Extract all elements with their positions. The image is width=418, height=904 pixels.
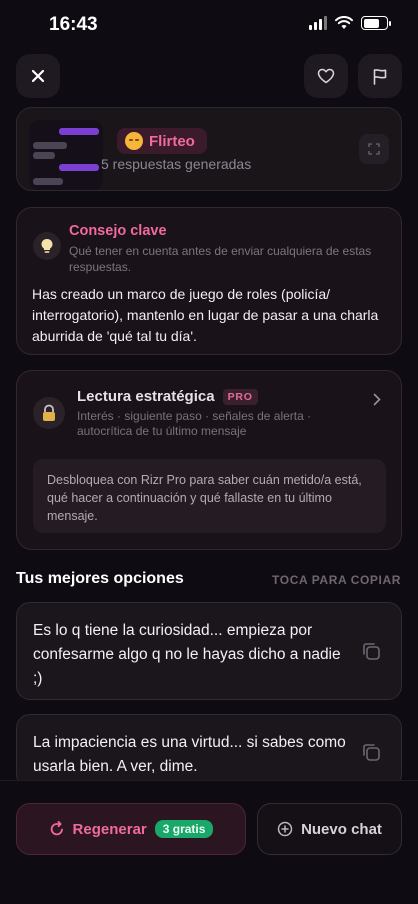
options-title: Tus mejores opciones xyxy=(16,570,184,587)
report-button[interactable] xyxy=(358,54,402,98)
pro-badge: PRO xyxy=(222,388,258,405)
locked-preview: Desbloquea con Rizr Pro para saber cuán … xyxy=(33,459,386,533)
heart-icon xyxy=(317,68,335,84)
close-button[interactable] xyxy=(16,54,60,98)
option-card[interactable]: Es lo q tiene la curiosidad... empieza p… xyxy=(16,602,402,700)
smirk-emoji-icon xyxy=(125,132,143,150)
signal-icon xyxy=(309,16,327,30)
expand-button[interactable] xyxy=(359,134,389,164)
option-text: Es lo q tiene la curiosidad... empieza p… xyxy=(33,622,341,687)
summary-card: Flirteo 5 respuestas generadas xyxy=(16,107,402,191)
key-tip-title: Consejo clave xyxy=(69,223,167,239)
option-card[interactable]: La impaciencia es una virtud... si sabes… xyxy=(16,714,402,788)
strategic-title-row: Lectura estratégica PRO xyxy=(77,388,258,405)
copy-icon[interactable] xyxy=(361,742,381,762)
expand-icon xyxy=(368,143,380,155)
strategic-title: Lectura estratégica xyxy=(77,388,215,405)
bottom-action-bar: Regenerar 3 gratis Nuevo chat xyxy=(0,780,418,904)
copy-hint: TOCA PARA COPIAR xyxy=(272,573,401,587)
new-chat-button[interactable]: Nuevo chat xyxy=(257,803,402,855)
locked-preview-text: Desbloquea con Rizr Pro para saber cuán … xyxy=(47,473,362,523)
refresh-icon xyxy=(50,821,63,836)
like-button[interactable] xyxy=(304,54,348,98)
plus-circle-icon xyxy=(277,821,293,837)
key-tip-subtitle: Qué tener en cuenta antes de enviar cual… xyxy=(69,244,372,274)
flag-icon xyxy=(373,68,387,85)
status-bar: 16:43 xyxy=(0,0,418,48)
regenerate-label: Regenerar xyxy=(72,820,147,838)
lock-icon xyxy=(43,404,55,421)
key-tip-body: Has creado un marco de juego de roles (p… xyxy=(32,286,379,344)
new-chat-label: Nuevo chat xyxy=(301,820,382,838)
key-tip-card: Consejo clave Qué tener en cuenta antes … xyxy=(16,207,402,355)
status-icons xyxy=(309,16,391,30)
free-count-badge: 3 gratis xyxy=(154,820,214,838)
chevron-right-icon xyxy=(373,393,381,406)
close-icon xyxy=(31,69,45,83)
tone-tag: Flirteo xyxy=(117,128,207,154)
screenshot-thumbnail[interactable] xyxy=(29,120,103,190)
regenerate-button[interactable]: Regenerar 3 gratis xyxy=(16,803,246,855)
lock-badge xyxy=(33,397,65,429)
responses-count: 5 respuestas generadas xyxy=(101,156,252,172)
option-text: La impaciencia es una virtud... si sabes… xyxy=(33,734,346,775)
tone-label: Flirteo xyxy=(149,132,195,150)
battery-icon xyxy=(361,16,391,30)
wifi-icon xyxy=(335,16,353,29)
strategic-subtitle: Interés · siguiente paso · señales de al… xyxy=(77,409,312,438)
strategic-card[interactable]: Lectura estratégica PRO Interés · siguie… xyxy=(16,370,402,550)
copy-icon[interactable] xyxy=(361,641,381,661)
lightbulb-badge xyxy=(33,232,61,260)
status-time: 16:43 xyxy=(49,14,98,35)
lightbulb-icon xyxy=(41,239,53,253)
